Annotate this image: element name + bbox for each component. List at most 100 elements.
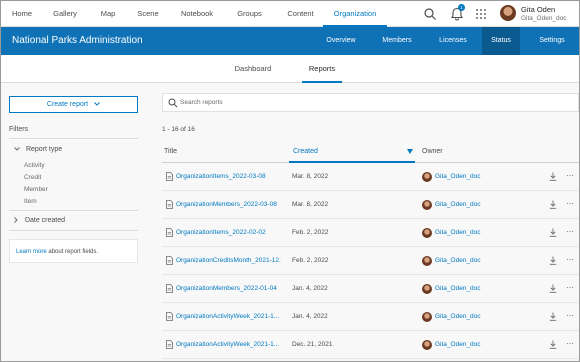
filter-option-credit[interactable]: Credit	[24, 174, 41, 181]
report-title-link[interactable]: OrganizationActivityWeek_2021-1...	[176, 331, 281, 359]
learn-more-link[interactable]: Learn more	[16, 249, 47, 255]
app-launcher-icon[interactable]	[475, 8, 487, 20]
column-title[interactable]: Title	[164, 141, 177, 163]
more-options-icon[interactable]: ⋯	[566, 247, 575, 273]
chevron-right-icon	[14, 217, 18, 224]
report-title-link[interactable]: OrganizationMembers_2022-03-08	[176, 191, 281, 219]
nav-content[interactable]: Content	[281, 1, 320, 27]
tab-licenses[interactable]: Licenses	[431, 27, 475, 55]
tab-status[interactable]: Status	[482, 27, 520, 55]
nav-home[interactable]: Home	[7, 1, 37, 27]
owner-link[interactable]: Gita_Oden_doc	[435, 275, 481, 303]
file-icon	[166, 256, 173, 265]
tab-dashboard[interactable]: Dashboard	[227, 55, 279, 83]
search-reports-input[interactable]	[180, 95, 560, 110]
table-row[interactable]: OrganizationActivityWeek_2021-1... Dec. …	[162, 331, 579, 359]
owner-avatar	[422, 200, 432, 210]
owner-link[interactable]: Gita_Oden_doc	[435, 163, 481, 191]
tab-overview[interactable]: Overview	[318, 27, 364, 55]
results-count: 1 - 16 of 16	[162, 126, 195, 133]
nav-scene[interactable]: Scene	[132, 1, 164, 27]
report-created-date: Feb. 2, 2022	[292, 229, 329, 236]
nav-gallery[interactable]: Gallery	[46, 1, 84, 27]
search-icon	[168, 98, 178, 108]
divider	[9, 210, 138, 211]
divider	[9, 138, 138, 139]
owner-link[interactable]: Gita_Oden_doc	[435, 247, 481, 275]
file-icon	[166, 172, 173, 181]
more-options-icon[interactable]: ⋯	[566, 275, 575, 301]
report-title-link[interactable]: OrganizationItems_2022-03-08	[176, 163, 281, 191]
table-row[interactable]: OrganizationCreditsMonth_2021-12... Feb.…	[162, 247, 579, 275]
divider	[9, 230, 138, 231]
more-options-icon[interactable]: ⋯	[566, 331, 575, 357]
owner-link[interactable]: Gita_Oden_doc	[435, 219, 481, 247]
owner-avatar	[422, 228, 432, 238]
create-report-label: Create report	[46, 101, 89, 108]
learn-more-box: Learn more about report fields.	[9, 239, 138, 263]
owner-link[interactable]: Gita_Oden_doc	[435, 191, 481, 219]
column-created[interactable]: Created	[289, 141, 415, 163]
download-icon[interactable]	[549, 172, 557, 181]
nav-organization[interactable]: Organization	[323, 1, 387, 27]
owner-avatar	[422, 256, 432, 266]
report-title-link[interactable]: OrganizationActivityWeek_2021-1...	[176, 303, 281, 331]
search-icon[interactable]	[423, 7, 437, 21]
more-options-icon[interactable]: ⋯	[566, 219, 575, 245]
tab-settings[interactable]: Settings	[529, 27, 575, 55]
search-reports-field[interactable]	[162, 93, 579, 112]
download-icon[interactable]	[549, 256, 557, 265]
app-window: Home Gallery Map Scene Notebook Groups C…	[0, 0, 580, 362]
download-icon[interactable]	[549, 228, 557, 237]
date-created-label: Date created	[24, 217, 66, 224]
column-created-label: Created	[293, 148, 318, 155]
report-created-date: Feb. 2, 2022	[292, 257, 329, 264]
user-username[interactable]: Gita_Oden_doc	[521, 15, 567, 22]
report-title-link[interactable]: OrganizationMembers_2022-01-04	[176, 275, 281, 303]
file-icon	[166, 200, 173, 209]
nav-groups[interactable]: Groups	[231, 1, 268, 27]
learn-more-text: about report fields.	[46, 249, 99, 255]
create-report-button[interactable]: Create report	[9, 96, 138, 113]
user-name[interactable]: Gita Oden	[521, 5, 555, 14]
report-title-link[interactable]: OrganizationItems_2022-02-02	[176, 219, 281, 247]
download-icon[interactable]	[549, 340, 557, 349]
file-icon	[166, 284, 173, 293]
date-created-filter-toggle[interactable]: Date created	[14, 217, 65, 224]
column-owner[interactable]: Owner	[422, 141, 443, 163]
filter-option-activity[interactable]: Activity	[24, 162, 45, 169]
owner-link[interactable]: Gita_Oden_doc	[435, 331, 481, 359]
chevron-down-icon	[94, 102, 100, 106]
org-title: National Parks Administration	[12, 35, 143, 46]
user-avatar[interactable]	[500, 5, 516, 21]
table-row[interactable]: OrganizationItems_2022-03-08 Mar. 8, 202…	[162, 163, 579, 191]
owner-link[interactable]: Gita_Oden_doc	[435, 303, 481, 331]
report-created-date: Jan. 4, 2022	[292, 313, 328, 320]
report-type-filter-toggle[interactable]: Report type	[14, 146, 62, 153]
tab-members[interactable]: Members	[374, 27, 420, 55]
table-row[interactable]: OrganizationMembers_2022-01-04 Jan. 4, 2…	[162, 275, 579, 303]
owner-avatar	[422, 284, 432, 294]
filter-option-item[interactable]: Item	[24, 198, 37, 205]
download-icon[interactable]	[549, 312, 557, 321]
more-options-icon[interactable]: ⋯	[566, 191, 575, 217]
download-icon[interactable]	[549, 284, 557, 293]
more-options-icon[interactable]: ⋯	[566, 303, 575, 329]
report-created-date: Mar. 8, 2022	[292, 201, 329, 208]
filter-option-member[interactable]: Member	[24, 186, 48, 193]
chevron-down-icon	[14, 147, 20, 151]
report-created-date: Jan. 4, 2022	[292, 285, 328, 292]
tab-reports[interactable]: Reports	[302, 55, 342, 83]
sub-tabs: Dashboard Reports	[1, 55, 579, 83]
nav-notebook[interactable]: Notebook	[174, 1, 220, 27]
report-title-link[interactable]: OrganizationCreditsMonth_2021-12...	[176, 247, 281, 275]
download-icon[interactable]	[549, 200, 557, 209]
org-header: National Parks Administration Overview M…	[1, 27, 579, 55]
nav-map[interactable]: Map	[96, 1, 120, 27]
table-row[interactable]: OrganizationItems_2022-02-02 Feb. 2, 202…	[162, 219, 579, 247]
report-type-label: Report type	[25, 146, 63, 153]
more-options-icon[interactable]: ⋯	[566, 163, 575, 189]
table-row[interactable]: OrganizationMembers_2022-03-08 Mar. 8, 2…	[162, 191, 579, 219]
table-row[interactable]: OrganizationActivityWeek_2021-1... Jan. …	[162, 303, 579, 331]
file-icon	[166, 340, 173, 349]
